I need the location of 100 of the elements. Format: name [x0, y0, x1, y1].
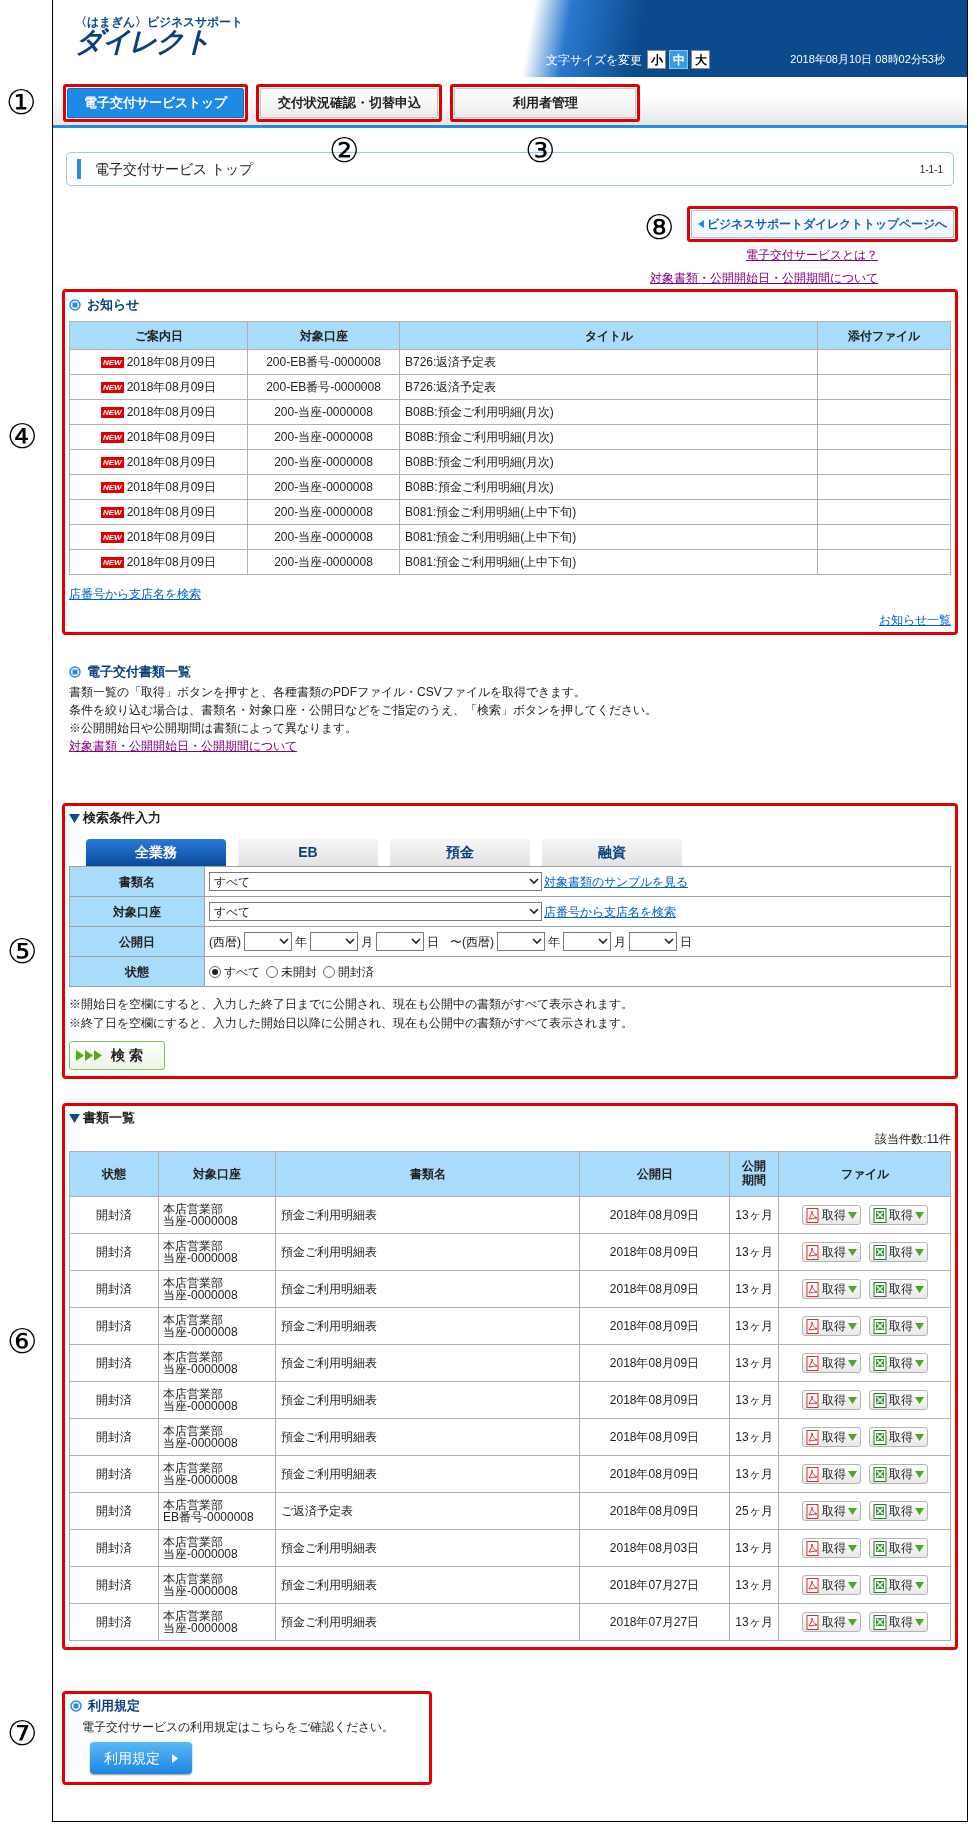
nav-tab[interactable]: 電子交付サービストップ — [67, 88, 244, 118]
chevron-down-icon — [411, 938, 421, 945]
table-cell: 預金ご利用明細表 — [275, 1344, 580, 1382]
triangle-down-icon — [847, 1581, 857, 1589]
all-notices-link[interactable]: お知らせ一覧 — [879, 611, 951, 629]
nav-tab[interactable]: 利用者管理 — [454, 88, 636, 118]
top-page-button[interactable]: ビジネスサポートダイレクトトップページへ — [691, 210, 954, 238]
triangle-down-icon — [847, 1544, 857, 1552]
form-label: 公開日 — [69, 926, 205, 957]
branch-name: 本店営業部 — [163, 1425, 224, 1437]
download-button[interactable]: 取得 — [868, 1538, 928, 1558]
table-cell: 預金ご利用明細表 — [275, 1307, 580, 1345]
logo: ダイレクト — [75, 28, 210, 56]
download-button[interactable]: 取得 — [801, 1390, 861, 1410]
column-header: 書類名 — [275, 1151, 580, 1197]
callout-number: ② — [329, 133, 360, 167]
bullet-icon — [69, 666, 81, 678]
download-button[interactable]: 取得 — [868, 1427, 928, 1447]
download-button[interactable]: 取得 — [801, 1538, 861, 1558]
status-radio[interactable]: 開封済 — [323, 962, 374, 981]
download-button[interactable]: 取得 — [868, 1390, 928, 1410]
category-tab[interactable]: 預金 — [390, 839, 530, 866]
table-cell: 2018年08月09日 — [579, 1344, 730, 1382]
select-field[interactable] — [376, 932, 424, 951]
category-tab[interactable]: EB — [238, 839, 378, 866]
download-button[interactable]: 取得 — [801, 1575, 861, 1595]
table-cell: 2018年08月09日 — [579, 1492, 730, 1530]
column-header: 対象口座 — [158, 1151, 276, 1197]
table-cell: 200-当座-0000008 — [247, 524, 400, 550]
triangle-down-icon — [847, 1470, 857, 1478]
font-size-button[interactable]: 大 — [691, 50, 711, 69]
select-field[interactable] — [629, 932, 677, 951]
table-cell: 開封済 — [69, 1492, 159, 1530]
select-field[interactable]: すべて — [209, 872, 542, 891]
download-button[interactable]: 取得 — [868, 1279, 928, 1299]
spreadsheet-file-icon — [872, 1540, 887, 1556]
download-button[interactable]: 取得 — [801, 1612, 861, 1632]
nav-tab[interactable]: 交付状況確認・切替申込 — [260, 88, 438, 118]
status-radio[interactable]: すべて — [209, 962, 260, 981]
date-unit-label: (西暦) — [209, 933, 241, 951]
info-link[interactable]: 対象書類・公開開始日・公開期間について — [650, 269, 878, 287]
download-button[interactable]: 取得 — [801, 1316, 861, 1336]
bullet-icon — [69, 299, 81, 311]
status-radio[interactable]: 未開封 — [266, 962, 317, 981]
logo-tagline: 〈はまぎん〉ビジネスサポート — [75, 16, 243, 28]
triangle-down-icon — [914, 1322, 924, 1330]
helper-link[interactable]: 対象書類のサンプルを見る — [544, 872, 688, 891]
download-button[interactable]: 取得 — [868, 1575, 928, 1595]
helper-link[interactable]: 店番号から支店名を検索 — [544, 902, 676, 921]
triangle-down-icon — [914, 1581, 924, 1589]
table-cell: 200-当座-0000008 — [247, 549, 400, 575]
account-number: 当座-0000008 — [163, 1400, 239, 1412]
table-cell: 預金ご利用明細表 — [275, 1381, 580, 1419]
download-button[interactable]: 取得 — [868, 1464, 928, 1484]
download-button[interactable]: 取得 — [801, 1242, 861, 1262]
spreadsheet-file-icon — [872, 1244, 887, 1260]
pdf-file-icon — [805, 1429, 820, 1445]
download-button[interactable]: 取得 — [868, 1316, 928, 1336]
table-cell: 200-EB番号-0000008 — [247, 349, 400, 375]
page-title: 電子交付サービス トップ — [95, 159, 253, 179]
select-field[interactable] — [244, 932, 292, 951]
download-button[interactable]: 取得 — [868, 1501, 928, 1521]
select-field[interactable] — [310, 932, 358, 951]
branch-search-link[interactable]: 店番号から支店名を検索 — [69, 587, 201, 601]
font-size-button[interactable]: 小 — [647, 50, 667, 69]
triangle-down-icon — [914, 1359, 924, 1367]
branch-name: 本店営業部 — [163, 1573, 224, 1585]
spreadsheet-file-icon — [872, 1429, 887, 1445]
column-header: 公開期間 — [729, 1151, 779, 1197]
info-link[interactable]: 対象書類・公開開始日・公開期間について — [69, 738, 297, 755]
download-button[interactable]: 取得 — [801, 1205, 861, 1225]
download-button[interactable]: 取得 — [801, 1427, 861, 1447]
download-button[interactable]: 取得 — [868, 1353, 928, 1373]
download-button[interactable]: 取得 — [868, 1242, 928, 1262]
table-cell: 13ヶ月 — [729, 1566, 779, 1604]
download-button[interactable]: 取得 — [868, 1205, 928, 1225]
table-cell: 開封済 — [69, 1381, 159, 1419]
download-button[interactable]: 取得 — [801, 1279, 861, 1299]
callout-number: ⑧ — [644, 210, 675, 244]
download-button[interactable]: 取得 — [801, 1464, 861, 1484]
chevron-down-icon — [529, 908, 539, 915]
account-number: 当座-0000008 — [163, 1289, 239, 1301]
date-unit-label: 月 — [614, 933, 626, 951]
select-field[interactable] — [563, 932, 611, 951]
result-count: 該当件数:11件 — [875, 1131, 951, 1148]
table-cell: 200-当座-0000008 — [247, 474, 400, 500]
account-number: EB番号-0000008 — [163, 1511, 255, 1523]
download-button[interactable]: 取得 — [801, 1353, 861, 1373]
new-badge: NEW — [100, 356, 124, 368]
info-link[interactable]: 電子交付サービスとは？ — [746, 246, 878, 264]
branch-name: 本店営業部 — [163, 1203, 224, 1215]
select-field[interactable]: すべて — [209, 902, 542, 921]
select-field[interactable] — [497, 932, 545, 951]
download-button[interactable]: 取得 — [868, 1612, 928, 1632]
form-label: 状態 — [69, 956, 205, 987]
table-cell: 2018年08月09日 — [579, 1233, 730, 1271]
category-tab[interactable]: 全業務 — [86, 839, 226, 866]
category-tab[interactable]: 融資 — [542, 839, 682, 866]
download-button[interactable]: 取得 — [801, 1501, 861, 1521]
search-button[interactable]: 検 索 — [69, 1041, 165, 1070]
